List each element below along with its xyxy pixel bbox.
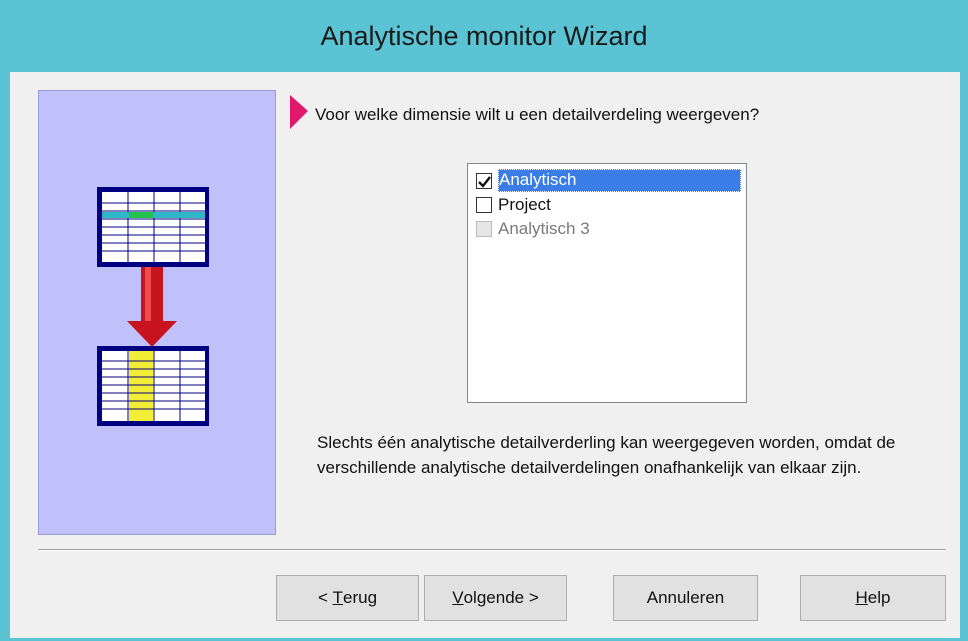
dimension-listbox[interactable]: Analytisch Project Analytisch 3 <box>467 163 747 403</box>
checkmark-icon <box>478 175 491 188</box>
checkbox-disabled <box>476 220 492 237</box>
next-button-rest: olgende > <box>463 588 539 607</box>
dimension-option-project[interactable]: Project <box>476 193 551 216</box>
wizard-window: Analytische monitor Wizard Voor welke di… <box>0 0 968 641</box>
cancel-button[interactable]: Annuleren <box>613 575 758 621</box>
pointer-arrow-icon <box>290 95 308 129</box>
dimension-option-analytisch-3: Analytisch 3 <box>476 217 590 240</box>
cancel-button-label: Annuleren <box>646 588 725 607</box>
separator-line <box>38 549 946 551</box>
help-button-mnemonic: H <box>855 588 868 607</box>
question-label: Voor welke dimensie wilt u een detailver… <box>315 105 760 124</box>
back-button-rest: erug <box>343 588 378 607</box>
window-title: Analytische monitor Wizard <box>320 20 648 51</box>
title-bar[interactable]: Analytische monitor Wizard <box>0 0 968 72</box>
back-button-prefix: < <box>317 588 333 607</box>
checkbox-unchecked[interactable] <box>476 196 492 213</box>
wizard-content: Voor welke dimensie wilt u een detailver… <box>10 72 960 638</box>
next-button-mnemonic: V <box>452 588 464 607</box>
help-button-rest: elp <box>867 588 891 607</box>
dimension-option-analytisch[interactable]: Analytisch <box>476 169 741 192</box>
wizard-illustration-panel <box>38 90 276 535</box>
dimension-label: Analytisch 3 <box>498 218 590 238</box>
next-button[interactable]: Volgende > <box>424 575 567 621</box>
back-button[interactable]: < Terug <box>276 575 419 621</box>
explanation-text: Slechts één analytische detailverderling… <box>317 433 896 477</box>
dimension-label: Project <box>498 194 551 214</box>
back-button-mnemonic: T <box>332 588 343 607</box>
drilldown-table-icon <box>97 187 209 426</box>
help-button[interactable]: Help <box>800 575 946 621</box>
checkbox-checked[interactable] <box>476 172 492 189</box>
dimension-label: Analytisch <box>498 169 741 192</box>
